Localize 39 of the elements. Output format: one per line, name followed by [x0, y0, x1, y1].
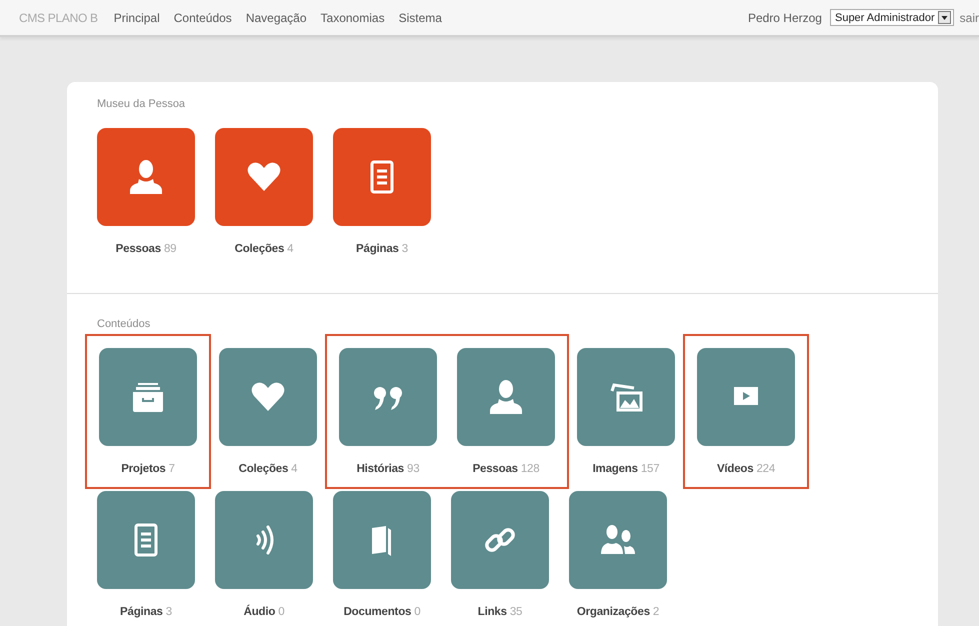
tile-label[interactable]: Páginas 3: [356, 243, 408, 255]
tile-button[interactable]: [569, 491, 667, 589]
tile-label[interactable]: Links 35: [478, 606, 522, 618]
tile-button[interactable]: [97, 491, 195, 589]
tile-label[interactable]: Áudio 0: [244, 606, 284, 618]
tile-label[interactable]: Imagens 157: [592, 463, 660, 475]
tile-button[interactable]: [97, 128, 195, 226]
tile-button[interactable]: [697, 348, 795, 446]
section-title: Museu da Pessoa: [97, 98, 186, 110]
menu-link[interactable]: Principal: [114, 10, 160, 24]
menu-link[interactable]: Conteúdos: [174, 10, 232, 24]
tile-label[interactable]: Pessoas 128: [472, 463, 540, 475]
menu-link[interactable]: Navegação: [246, 10, 307, 24]
tile-label[interactable]: Coleções 4: [238, 463, 298, 475]
tile-label[interactable]: Coleções 4: [234, 243, 294, 255]
tile-button[interactable]: [99, 348, 197, 446]
tile-label[interactable]: Pessoas 89: [116, 243, 176, 255]
tile-label[interactable]: Projetos 7: [121, 463, 175, 475]
tile-button[interactable]: [219, 348, 317, 446]
tile-label[interactable]: Organizações 2: [576, 606, 660, 618]
section-title: Conteúdos: [97, 318, 152, 330]
tile-button[interactable]: [333, 491, 431, 589]
tile-button[interactable]: [451, 491, 549, 589]
tile-label[interactable]: Páginas 3: [120, 606, 172, 618]
menu-link[interactable]: Taxonomias: [320, 10, 385, 24]
tile-button[interactable]: [333, 128, 431, 226]
tile-button[interactable]: [457, 348, 555, 446]
caret-icon: [938, 11, 951, 24]
tile-label[interactable]: Histórias 93: [356, 463, 420, 475]
tile-button[interactable]: [215, 491, 313, 589]
logout-link[interactable]: sair: [960, 10, 979, 24]
role-select[interactable]: Super Administrador: [830, 9, 954, 26]
tile-button[interactable]: [577, 348, 675, 446]
tile-button[interactable]: [339, 348, 437, 446]
tile-label[interactable]: Documentos 0: [344, 606, 420, 618]
tile-label[interactable]: Vídeos 224: [716, 463, 776, 475]
user-name: Pedro Herzog: [748, 10, 822, 24]
tile-button[interactable]: [215, 128, 313, 226]
menu-link[interactable]: Sistema: [398, 10, 442, 24]
